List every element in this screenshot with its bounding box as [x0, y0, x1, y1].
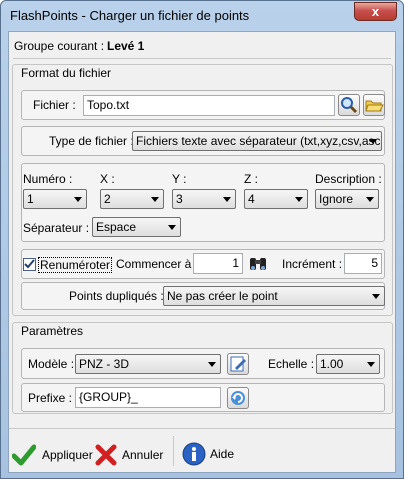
close-icon: x [371, 4, 380, 19]
chevron-down-icon [208, 362, 216, 367]
chevron-down-icon [366, 197, 374, 202]
z-select[interactable]: 4 [244, 189, 308, 209]
apply-label: Appliquer [42, 448, 93, 462]
file-panel: Fichier : Topo.txt [21, 90, 385, 120]
prefix-input[interactable]: {GROUP}_ [75, 387, 221, 408]
column-label-description: Description : [315, 172, 382, 186]
footer-divider [9, 428, 395, 429]
prefix-panel: Prefixe : {GROUP}_ [21, 383, 385, 412]
increment-label: Incrément : [282, 257, 343, 271]
scale-select[interactable]: 1.00 [316, 354, 380, 374]
refresh-prefix-button[interactable] [227, 387, 249, 409]
chevron-down-icon [367, 362, 375, 367]
apply-button[interactable]: Appliquer [12, 442, 96, 468]
checkmark-icon [24, 259, 35, 269]
z-value: 4 [248, 192, 255, 206]
scale-value: 1.00 [320, 357, 344, 371]
edit-icon [230, 356, 246, 372]
cancel-label: Annuler [122, 448, 164, 462]
columns-panel: Numéro : X : Y : Z : Description : 1 2 3… [21, 163, 385, 242]
renumber-checkbox[interactable] [23, 258, 36, 271]
title-bar[interactable]: FlashPoints - Charger un fichier de poin… [1, 1, 403, 31]
chevron-down-icon [369, 139, 377, 144]
separator-value: Espace [96, 220, 137, 234]
chevron-down-icon [74, 197, 82, 202]
info-icon [182, 442, 206, 466]
dialog-window: FlashPoints - Charger un fichier de poin… [0, 0, 404, 479]
renumber-label[interactable]: Renuméroter [38, 257, 113, 273]
model-label: Modèle : [28, 357, 75, 371]
edit-model-button[interactable] [227, 353, 249, 375]
column-label-x: X : [100, 172, 115, 186]
current-group-value: Levé 1 [107, 39, 145, 53]
scale-label: Echelle : [268, 357, 315, 371]
increment-input[interactable]: 5 [344, 253, 382, 274]
divider [13, 58, 391, 59]
file-type-select[interactable]: Fichiers texte avec séparateur (txt,xyz,… [132, 131, 382, 151]
help-button[interactable]: Aide [182, 441, 242, 467]
file-type-label: Type de fichier : [49, 134, 134, 148]
window-title: FlashPoints - Charger un fichier de poin… [10, 8, 250, 23]
duplicates-value: Ne pas créer le point [167, 289, 278, 303]
y-select[interactable]: 3 [172, 189, 236, 209]
open-folder-button[interactable] [363, 94, 385, 116]
help-label: Aide [210, 447, 235, 461]
renumber-panel: Renuméroter Commencer à : 1 Incrément : … [21, 249, 385, 279]
search-file-button[interactable] [338, 94, 360, 116]
chevron-down-icon [223, 197, 231, 202]
x-value: 2 [104, 192, 111, 206]
separator-label: Séparateur : [23, 221, 90, 235]
file-type-value: Fichiers texte avec séparateur (txt,xyz,… [136, 134, 382, 148]
chevron-down-icon [372, 294, 380, 299]
column-label-numero: Numéro : [23, 172, 73, 186]
file-type-panel: Type de fichier : Fichiers texte avec sé… [21, 126, 385, 156]
chevron-down-icon [295, 197, 303, 202]
y-value: 3 [176, 192, 183, 206]
duplicates-select[interactable]: Ne pas créer le point [163, 286, 385, 306]
parameters-title: Paramètres [21, 324, 84, 338]
cancel-button[interactable]: Annuler [94, 442, 166, 468]
separator-select[interactable]: Espace [92, 217, 181, 237]
refresh-icon [231, 391, 245, 405]
checkmark-icon [12, 444, 36, 466]
x-select[interactable]: 2 [100, 189, 164, 209]
column-label-z: Z : [244, 172, 258, 186]
chevron-down-icon [168, 225, 176, 230]
duplicates-panel: Points dupliqués : Ne pas créer le point [21, 282, 385, 310]
file-format-title: Format du fichier [21, 66, 112, 80]
footer-separator [173, 436, 174, 466]
numero-select[interactable]: 1 [23, 189, 87, 209]
numero-value: 1 [27, 192, 34, 206]
model-select[interactable]: PNZ - 3D [75, 354, 221, 374]
description-select[interactable]: Ignore [315, 189, 379, 209]
column-label-y: Y : [172, 172, 187, 186]
close-button[interactable]: x [354, 2, 397, 21]
dialog-body: Groupe courant : Levé 1 Format du fichie… [8, 31, 396, 473]
file-input[interactable]: Topo.txt [83, 95, 335, 116]
description-value: Ignore [319, 192, 354, 206]
duplicates-label: Points dupliqués : [69, 289, 164, 303]
model-value: PNZ - 3D [79, 357, 130, 371]
magnifier-icon [341, 97, 358, 114]
model-panel: Modèle : PNZ - 3D Echelle : 1.00 [21, 348, 385, 379]
binoculars-icon [250, 258, 266, 270]
file-label: Fichier : [33, 98, 76, 112]
find-button[interactable] [247, 253, 269, 275]
chevron-down-icon [151, 197, 159, 202]
start-label: Commencer à : [116, 257, 199, 271]
prefix-label: Prefixe : [28, 391, 73, 405]
start-input[interactable]: 1 [193, 253, 243, 274]
cross-icon [95, 444, 117, 466]
current-group-label: Groupe courant : [14, 39, 105, 53]
folder-icon [365, 100, 384, 112]
